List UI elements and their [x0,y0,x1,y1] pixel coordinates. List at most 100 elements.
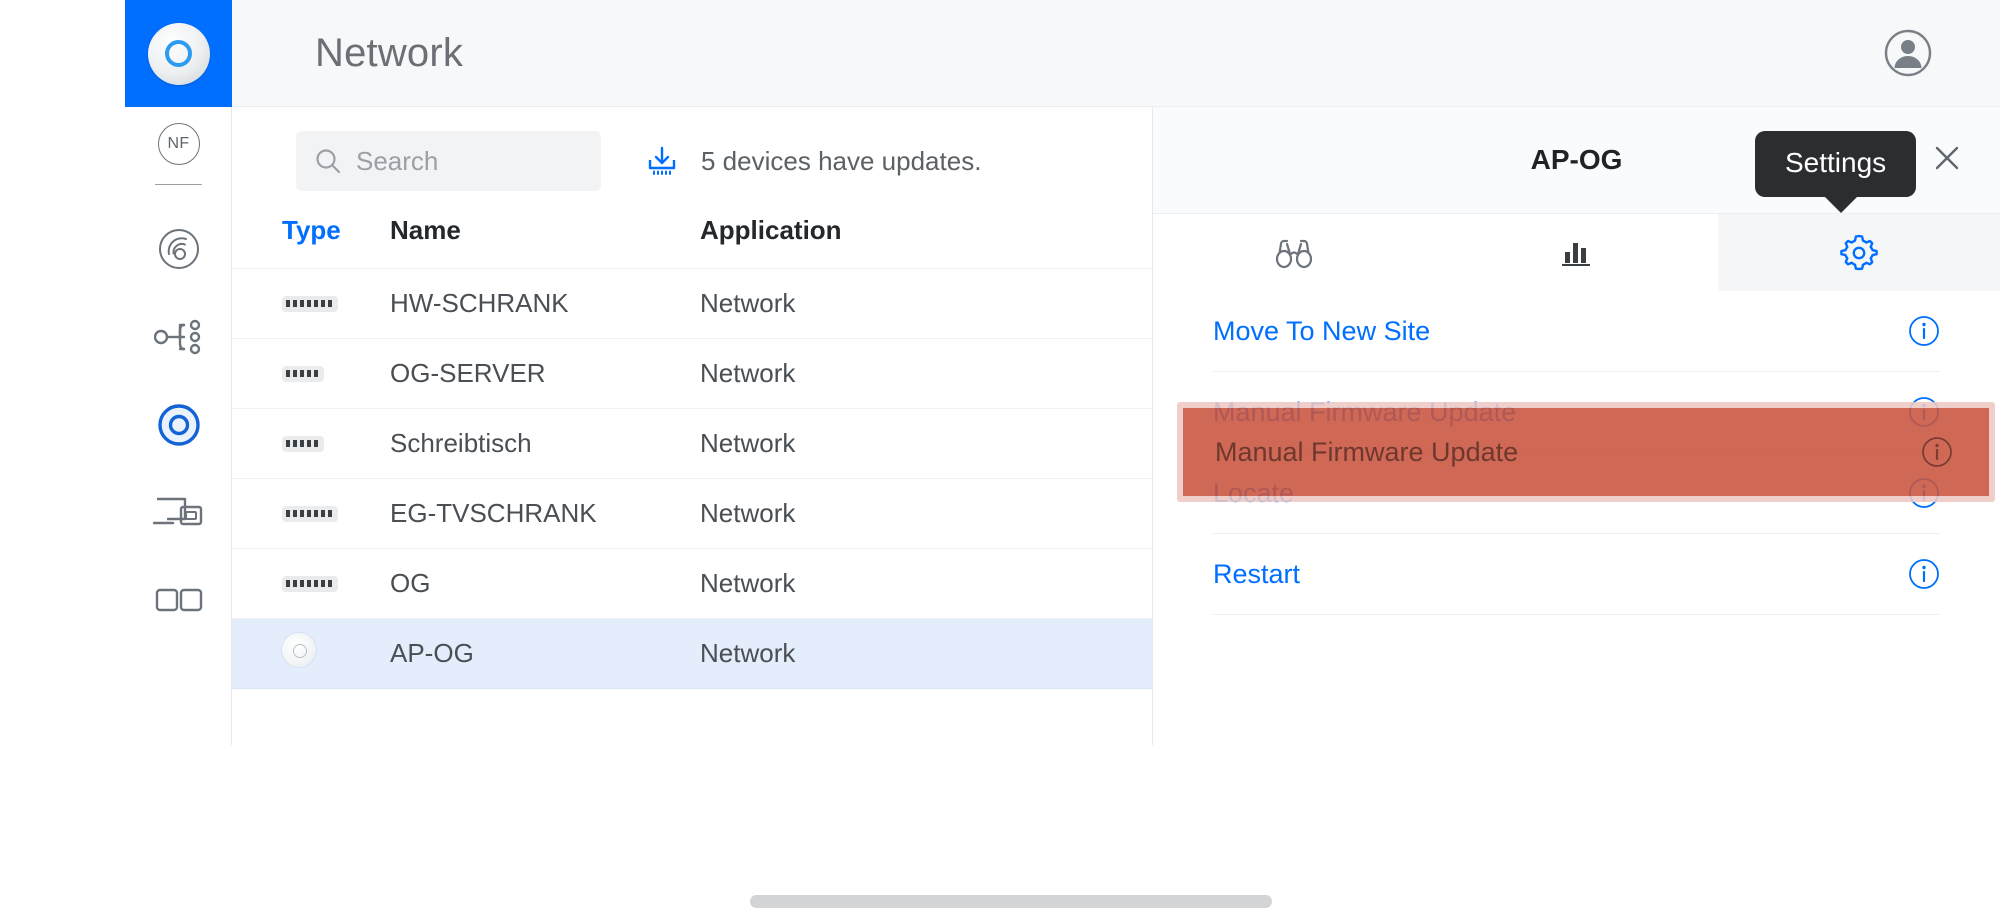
access-point-icon [157,404,200,446]
status-indicator-cell [232,268,310,339]
detail-tabs [1153,213,2000,291]
device-application-cell: Network [700,338,1000,409]
avatar[interactable] [1883,28,1933,78]
app-root: NF Network Search 5 devices have updates… [0,0,2000,922]
rail-divider [155,184,202,185]
device-name-cell: AP-OG [390,618,700,689]
left-nav-rail: NF [125,0,232,745]
search-icon [316,149,341,174]
device-type-cell [282,338,390,409]
devices-table-head: Type Name Application [232,215,1152,269]
bar-chart-icon [1562,242,1591,266]
settings-action-list: Move To New SiteManual Firmware UpdateLo… [1153,291,2000,745]
info-icon[interactable] [1908,315,1940,347]
device-type-cell [282,548,390,619]
table-row[interactable]: AP-OG Network [232,618,1152,689]
status-indicator-cell [232,408,310,479]
sidebar-item-devices[interactable] [125,388,232,462]
highlight-manual-firmware-update[interactable]: Manual Firmware Update [1177,402,1995,502]
device-application-cell: Network [700,548,1000,619]
sidebar-item-wifi[interactable] [125,212,232,286]
row-spacer-cell [1000,338,1152,409]
device-name-cell: OG [390,548,700,619]
switch-5-port-icon [282,366,324,382]
column-header-name[interactable]: Name [390,215,700,269]
settings-tooltip: Settings [1755,131,1917,213]
device-type-cell [282,478,390,549]
switch-8-port-icon [282,506,338,522]
status-indicator-cell [232,478,310,549]
row-spacer-cell [1000,268,1152,339]
unifi-logo-icon [147,22,210,85]
wifi-ap-icon [158,229,199,269]
row-spacer-cell [1000,478,1152,549]
device-type-cell [282,618,390,689]
access-point-icon [282,633,316,667]
info-icon[interactable] [1921,436,1953,468]
setting-label: Restart [1213,558,1301,589]
table-row[interactable]: OG-SERVER Network [232,338,1152,409]
app-logo-button[interactable] [125,0,232,107]
devices-table: Type Name Application HW-SCHRANK Network O… [232,215,1152,689]
search-placeholder: Search [356,145,439,176]
highlight-label: Manual Firmware Update [1215,436,1519,467]
table-row[interactable]: EG-TVSCHRANK Network [232,478,1152,549]
tooltip-text: Settings [1755,131,1917,197]
status-indicator-cell [232,618,310,689]
client-devices-icon [152,497,202,526]
horizontal-scrollbar[interactable] [750,895,1272,908]
device-application-cell: Network [700,408,1000,479]
download-update-icon [648,146,676,175]
device-application-cell: Network [700,618,1000,689]
more-devices-icon [155,588,202,612]
table-row[interactable]: Schreibtisch Network [232,408,1152,479]
search-input[interactable]: Search [296,131,601,191]
topology-icon [153,319,200,355]
unifi-logo-ring [165,40,192,67]
setting-label: Move To New Site [1213,315,1431,346]
setting-row[interactable]: Move To New Site [1213,291,1940,372]
list-toolbar: Search 5 devices have updates. [232,107,1152,215]
status-indicator-cell [232,548,310,619]
column-header-application[interactable]: Application [700,215,1000,269]
close-panel-button[interactable] [1930,141,1964,175]
device-application-cell: Network [700,268,1000,339]
status-indicator-cell [232,338,310,409]
switch-8-port-icon [282,576,338,592]
close-icon [1935,146,1959,170]
switch-8-port-icon [282,296,338,312]
sidebar-item-clients[interactable] [125,476,232,550]
user-avatar-icon [1884,29,1932,77]
row-spacer-cell [1000,618,1152,689]
devices-table-body: HW-SCHRANK Network OG-SERVER Network Schreib… [232,268,1152,689]
device-type-cell [282,408,390,479]
sidebar-item-nf[interactable]: NF [125,107,232,181]
column-header-type[interactable]: Type [282,215,390,269]
updates-notice[interactable]: 5 devices have updates. [645,144,981,178]
row-spacer-cell [1000,548,1152,619]
column-header-spacer [1000,215,1152,269]
device-name-cell: HW-SCHRANK [390,268,700,339]
device-name-cell: OG-SERVER [390,338,700,409]
th-status [232,215,282,269]
updates-text: 5 devices have updates. [701,145,982,176]
page-title: Network [315,30,464,75]
tab-statistics[interactable] [1435,214,1717,291]
device-name-cell: Schreibtisch [390,408,700,479]
device-type-cell [282,268,390,339]
sidebar-item-more[interactable] [125,564,232,638]
setting-row[interactable]: Restart [1213,534,1940,615]
nf-badge-label: NF [167,135,190,152]
device-application-cell: Network [700,478,1000,549]
table-row[interactable]: HW-SCHRANK Network [232,268,1152,339]
app-shell: NF Network Search 5 devices have updates… [125,0,2000,745]
tab-settings[interactable] [1717,214,2000,291]
table-header-row: Type Name Application [232,215,1152,269]
device-list-column: Search 5 devices have updates. Type Name… [232,107,1152,745]
sidebar-item-topology[interactable] [125,300,232,374]
detail-title: AP-OG [1530,144,1623,175]
table-row[interactable]: OG Network [232,548,1152,619]
tab-overview[interactable] [1153,214,1435,291]
switch-5-port-icon [282,436,324,452]
info-icon[interactable] [1908,558,1940,590]
